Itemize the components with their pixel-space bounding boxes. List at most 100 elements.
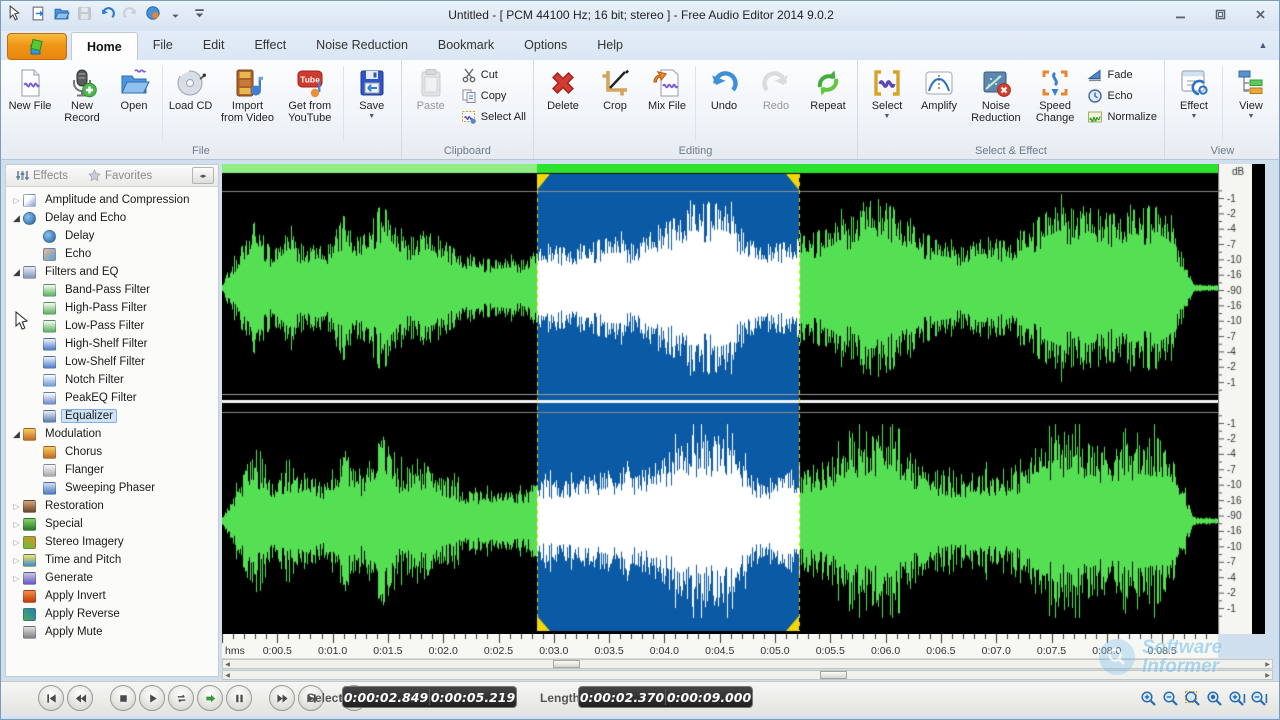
tree-item-amplitude-and-compression[interactable]: ▷Amplitude and Compression	[6, 191, 218, 209]
tree-item-band-pass-filter[interactable]: Band-Pass Filter	[6, 281, 218, 299]
tab-bookmark[interactable]: Bookmark	[423, 31, 509, 59]
tree-item-high-pass-filter[interactable]: High-Pass Filter	[6, 299, 218, 317]
ribbon-button-save[interactable]: Save▼	[346, 63, 398, 144]
tab-home[interactable]: Home	[71, 32, 138, 62]
close-button[interactable]	[1247, 5, 1273, 23]
tree-item-generate[interactable]: ▷Generate	[6, 569, 218, 587]
ribbon-button-fade[interactable]: Fade	[1087, 66, 1157, 84]
ribbon-button-view[interactable]: View▼	[1225, 63, 1277, 144]
zoom-out-button[interactable]	[1160, 689, 1181, 709]
tree-item-apply-invert[interactable]: Apply Invert	[6, 587, 218, 605]
tab-help[interactable]: Help	[582, 31, 638, 59]
tab-options[interactable]: Options	[509, 31, 582, 59]
tree-item-filters-and-eq[interactable]: ◢Filters and EQ	[6, 263, 218, 281]
tab-effects[interactable]: Effects	[6, 169, 78, 182]
ribbon-button-repeat[interactable]: Repeat	[802, 63, 854, 144]
stop-button[interactable]	[110, 685, 136, 711]
tab-edit[interactable]: Edit	[188, 31, 240, 59]
pause-button[interactable]	[226, 685, 252, 711]
application-menu-button[interactable]	[7, 33, 67, 60]
ribbon-button-select-all[interactable]: Select All	[461, 108, 526, 126]
ribbon-button-crop[interactable]: Crop	[589, 63, 641, 144]
scrollbar-thumb[interactable]	[553, 660, 580, 668]
collapsed-arrow-icon[interactable]: ▷	[10, 196, 23, 205]
tree-item-stereo-imagery[interactable]: ▷Stereo Imagery	[6, 533, 218, 551]
tree-item-echo[interactable]: Echo	[6, 245, 218, 263]
tree-item-time-and-pitch[interactable]: ▷Time and Pitch	[6, 551, 218, 569]
youtube-icon: Tube	[294, 67, 326, 99]
ribbon-button-import-from-video[interactable]: Import from Video	[217, 63, 279, 144]
timeline-ruler[interactable]: hms 0:00.50:01.00:01.50:02.00:02.50:03.0…	[222, 634, 1218, 659]
tree-item-flanger[interactable]: Flanger	[6, 461, 218, 479]
zoom-vertical-in-button[interactable]	[1226, 689, 1247, 709]
horizontal-scrollbar-1[interactable]: ◀ ▶	[222, 659, 1273, 669]
ribbon-button-load-cd[interactable]: Load CD	[165, 63, 217, 144]
ribbon-button-echo[interactable]: Echo	[1087, 87, 1157, 105]
play-button[interactable]	[139, 685, 165, 711]
maximize-button[interactable]	[1207, 5, 1233, 23]
ribbon-button-get-from-youtube[interactable]: TubeGet from YouTube	[278, 63, 341, 144]
expanded-arrow-icon[interactable]: ◢	[10, 429, 23, 440]
minimize-ribbon-icon[interactable]: ▲	[1255, 38, 1271, 52]
zoom-selection-button[interactable]	[1182, 689, 1203, 709]
ribbon-button-open[interactable]: Open	[108, 63, 160, 144]
scrollbar-thumb[interactable]	[820, 671, 847, 679]
tree-item-special[interactable]: ▷Special	[6, 515, 218, 533]
tree-item-delay[interactable]: Delay	[6, 227, 218, 245]
tree-item-chorus[interactable]: Chorus	[6, 443, 218, 461]
ribbon-button-noise-reduction[interactable]: Noise Reduction	[965, 63, 1027, 144]
ribbon-button-normalize[interactable]: Normalize	[1087, 108, 1157, 126]
ribbon-button-mix-file[interactable]: Mix File	[641, 63, 693, 144]
ribbon-button-select[interactable]: Select▼	[861, 63, 913, 144]
forward-button[interactable]	[197, 685, 223, 711]
ribbon-button-undo[interactable]: Undo	[698, 63, 750, 144]
zoom-in-button[interactable]	[1138, 689, 1159, 709]
fast-forward-button[interactable]	[269, 685, 295, 711]
skip-start-icon	[45, 692, 58, 705]
title-bar: Untitled - [ PCM 44100 Hz; 16 bit; stere…	[1, 1, 1280, 32]
ribbon-button-speed-change[interactable]: Speed Change	[1027, 63, 1084, 144]
expanded-arrow-icon[interactable]: ◢	[10, 213, 23, 224]
collapsed-arrow-icon[interactable]: ▷	[10, 502, 23, 511]
tree-item-restoration[interactable]: ▷Restoration	[6, 497, 218, 515]
ribbon-button-amplify[interactable]: Amplify	[913, 63, 965, 144]
zoom-vertical-out-button[interactable]	[1248, 689, 1269, 709]
tree-item-apply-mute[interactable]: Apply Mute	[6, 623, 218, 641]
collapsed-arrow-icon[interactable]: ▷	[10, 538, 23, 547]
ribbon-button-copy[interactable]: Copy	[461, 87, 526, 105]
ribbon-button-delete[interactable]: Delete	[537, 63, 589, 144]
ribbon-button-new-file[interactable]: New File	[4, 63, 56, 144]
rewind-button[interactable]	[67, 685, 93, 711]
tree-item-equalizer[interactable]: Equalizer	[6, 407, 218, 425]
horizontal-scrollbar-2[interactable]: ◀ ▶	[222, 670, 1273, 680]
tab-effect[interactable]: Effect	[239, 31, 301, 59]
lowshelf-icon	[43, 356, 56, 369]
collapsed-arrow-icon[interactable]: ▷	[10, 520, 23, 529]
tab-favorites[interactable]: Favorites	[78, 169, 162, 182]
tree-item-apply-reverse[interactable]: Apply Reverse	[6, 605, 218, 623]
tree-item-high-shelf-filter[interactable]: High-Shelf Filter	[6, 335, 218, 353]
tab-noise-reduction[interactable]: Noise Reduction	[301, 31, 423, 59]
tree-item-notch-filter[interactable]: Notch Filter	[6, 371, 218, 389]
ribbon-button-new-record[interactable]: New Record	[56, 63, 108, 144]
tree-item-low-pass-filter[interactable]: Low-Pass Filter	[6, 317, 218, 335]
expanded-arrow-icon[interactable]: ◢	[10, 267, 23, 278]
ribbon-button-label: Redo	[763, 100, 789, 112]
minimize-button[interactable]	[1167, 5, 1193, 23]
tree-item-peakeq-filter[interactable]: PeakEQ Filter	[6, 389, 218, 407]
tree-item-delay-and-echo[interactable]: ◢Delay and Echo	[6, 209, 218, 227]
timeline-label: 0:01.5	[373, 645, 402, 657]
collapsed-arrow-icon[interactable]: ▷	[10, 556, 23, 565]
tree-item-low-shelf-filter[interactable]: Low-Shelf Filter	[6, 353, 218, 371]
zoom-full-button[interactable]	[1204, 689, 1225, 709]
ribbon-button-cut[interactable]: Cut	[461, 66, 526, 84]
tree-item-modulation[interactable]: ◢Modulation	[6, 425, 218, 443]
skip-start-button[interactable]	[38, 685, 64, 711]
tree-item-sweeping-phaser[interactable]: Sweeping Phaser	[6, 479, 218, 497]
collapsed-arrow-icon[interactable]: ▷	[10, 574, 23, 583]
waveform-display[interactable]	[222, 164, 1218, 634]
ribbon-button-effect[interactable]: Effect▼	[1168, 63, 1220, 144]
collapse-panel-button[interactable]: ◂▸	[192, 167, 214, 184]
tab-file[interactable]: File	[138, 31, 188, 59]
loop-button[interactable]	[168, 685, 194, 711]
